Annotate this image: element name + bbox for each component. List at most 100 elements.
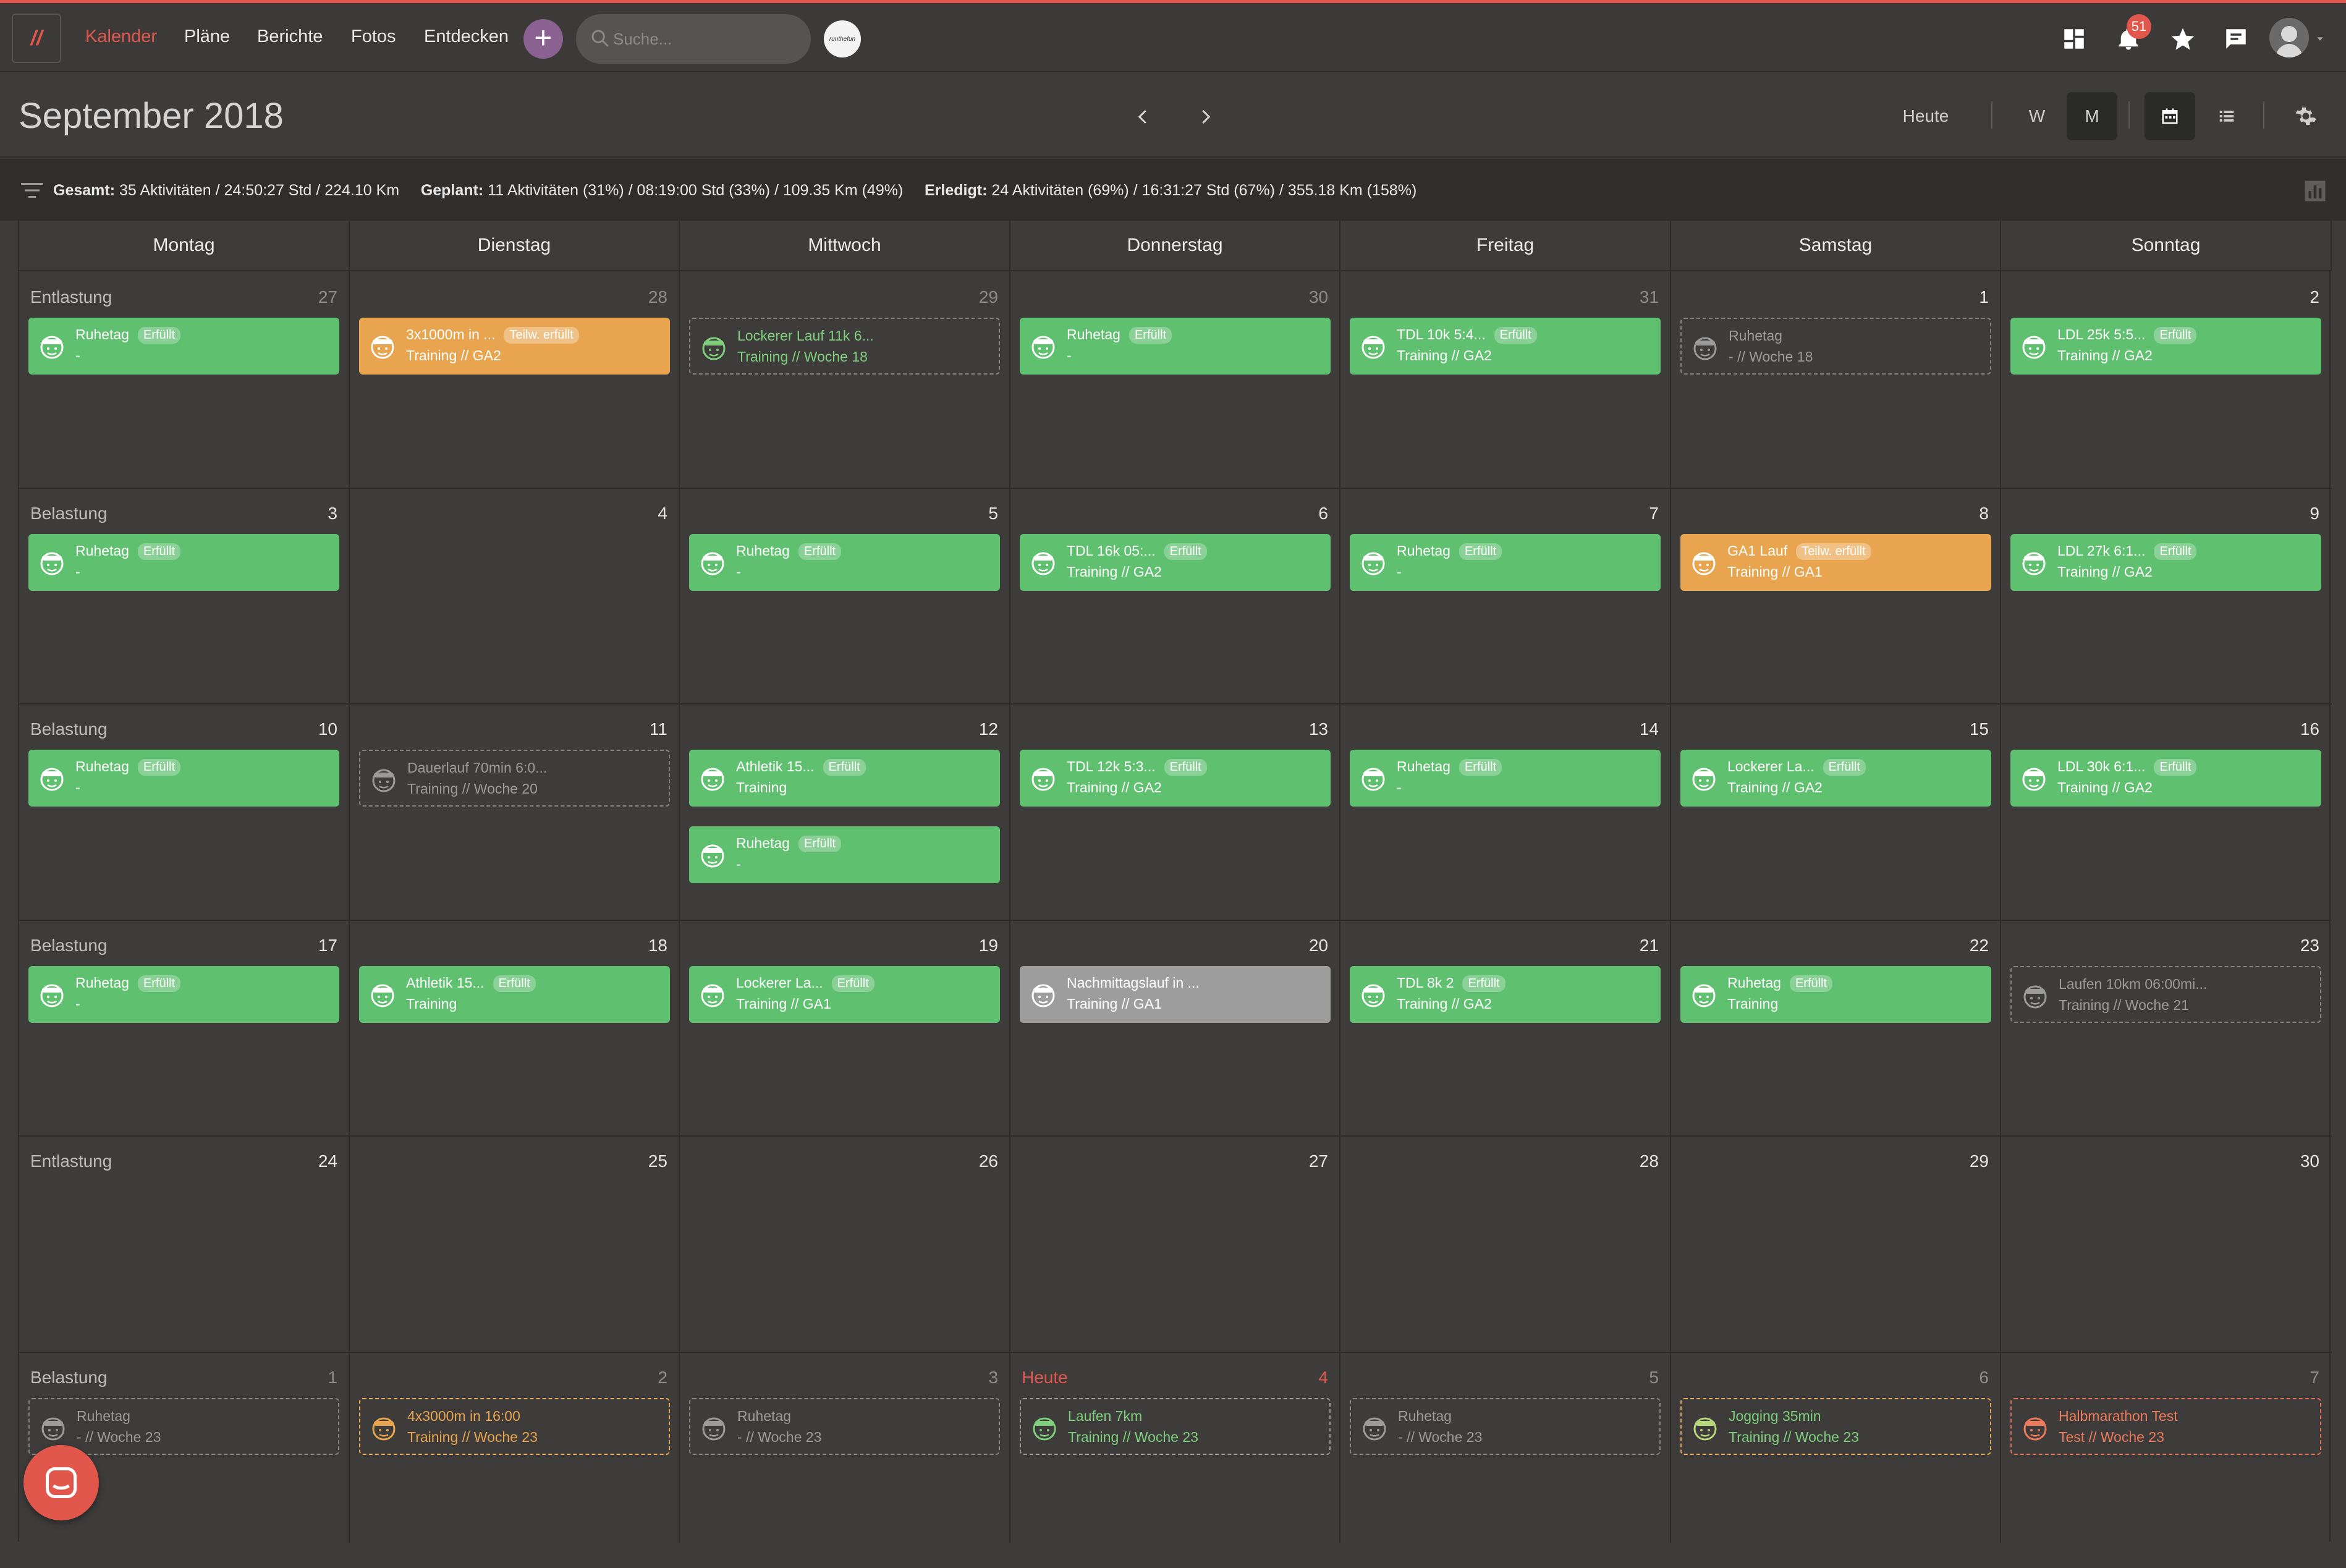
calendar-event[interactable]: Lockerer Lauf 11k 6... Training // Woche … xyxy=(689,318,1000,375)
day-cell[interactable] xyxy=(1340,921,1670,1136)
day-cell[interactable] xyxy=(350,489,679,704)
calendar-event[interactable]: 3x1000m in ... Teilw. erfüllt Training // … xyxy=(359,318,670,375)
calendar-event[interactable]: Laufen 7km Training // Woche 23 xyxy=(1020,1398,1331,1455)
user-avatar[interactable] xyxy=(2269,18,2309,57)
calendar-event[interactable]: Ruhetag - // Woche 23 xyxy=(1350,1398,1661,1455)
day-cell[interactable] xyxy=(1340,273,1670,488)
day-cell[interactable] xyxy=(350,273,679,488)
calendar-event[interactable]: Nachmittagslauf in ... Training // GA1 xyxy=(1020,966,1331,1023)
calendar-view-button[interactable] xyxy=(2145,92,2195,140)
calendar-event[interactable]: TDL 10k 5:4... Erfüllt Training // GA2 xyxy=(1350,318,1661,375)
day-cell[interactable] xyxy=(1671,921,2000,1136)
day-cell[interactable] xyxy=(350,1353,679,1568)
day-cell[interactable] xyxy=(1340,1137,1670,1352)
calendar-event[interactable]: LDL 25k 5:5... Erfüllt Training // GA2 xyxy=(2010,318,2321,375)
previous-month-button[interactable] xyxy=(1125,98,1162,135)
day-cell[interactable] xyxy=(1010,921,1339,1136)
day-cell[interactable] xyxy=(1010,705,1339,920)
day-cell[interactable] xyxy=(680,921,1009,1136)
calendar-event[interactable]: LDL 27k 6:1... Erfüllt Training // GA2 xyxy=(2010,534,2321,591)
day-cell[interactable] xyxy=(1010,1137,1339,1352)
today-button[interactable]: Heute xyxy=(1891,92,1960,140)
day-cell[interactable] xyxy=(680,273,1009,488)
day-cell[interactable] xyxy=(1340,489,1670,704)
messages-icon[interactable] xyxy=(2220,23,2252,55)
day-cell[interactable] xyxy=(2001,1353,2331,1568)
search-input[interactable]: Suche... xyxy=(576,14,811,64)
week-view-button[interactable]: W xyxy=(2018,92,2056,140)
calendar-event[interactable]: TDL 8k 2 Erfüllt Training // GA2 xyxy=(1350,966,1661,1023)
nav-entdecken[interactable]: Entdecken xyxy=(424,27,509,47)
club-logo[interactable]: runthefun xyxy=(824,20,861,57)
event-title-row: Ruhetag Erfüllt xyxy=(1397,758,1502,776)
calendar-event[interactable]: Ruhetag Erfüllt - xyxy=(28,966,339,1023)
day-cell[interactable] xyxy=(350,921,679,1136)
calendar-event[interactable]: Ruhetag - // Woche 23 xyxy=(689,1398,1000,1455)
calendar-event[interactable]: GA1 Lauf Teilw. erfüllt Training // GA1 xyxy=(1680,534,1991,591)
runner-face-icon xyxy=(371,984,394,1007)
day-cell[interactable] xyxy=(2001,489,2331,704)
dashboard-icon[interactable] xyxy=(2058,23,2090,55)
calendar-event[interactable]: Athletik 15... Erfüllt Training xyxy=(689,750,1000,807)
day-cell[interactable] xyxy=(1671,489,2000,704)
calendar-event[interactable]: TDL 16k 05:... Erfüllt Training // GA2 xyxy=(1020,534,1331,591)
day-cell[interactable] xyxy=(1671,273,2000,488)
nav-plaene[interactable]: Pläne xyxy=(184,27,230,47)
day-cell[interactable] xyxy=(1671,705,2000,920)
list-view-button[interactable] xyxy=(2201,92,2252,140)
calendar-event[interactable]: LDL 30k 6:1... Erfüllt Training // GA2 xyxy=(2010,750,2321,807)
calendar-event[interactable]: Ruhetag Erfüllt - xyxy=(1350,534,1661,591)
next-month-button[interactable] xyxy=(1187,98,1224,135)
add-activity-button[interactable]: + xyxy=(523,19,563,59)
calendar-event[interactable]: Ruhetag Erfüllt - xyxy=(1020,318,1331,375)
day-cell[interactable] xyxy=(680,489,1009,704)
nav-berichte[interactable]: Berichte xyxy=(257,27,323,47)
calendar-event[interactable]: Ruhetag Erfüllt - xyxy=(689,534,1000,591)
day-cell[interactable] xyxy=(2001,1137,2331,1352)
app-logo[interactable]: // xyxy=(12,14,61,63)
calendar-event[interactable]: TDL 12k 5:3... Erfüllt Training // GA2 xyxy=(1020,750,1331,807)
day-cell[interactable] xyxy=(680,705,1009,920)
day-cell[interactable] xyxy=(1340,705,1670,920)
calendar-event[interactable]: Lockerer La... Erfüllt Training // GA2 xyxy=(1680,750,1991,807)
day-cell[interactable] xyxy=(350,1137,679,1352)
chat-support-button[interactable] xyxy=(23,1445,99,1520)
calendar-event[interactable]: Ruhetag Erfüllt - xyxy=(689,826,1000,883)
calendar-event[interactable]: Ruhetag Erfüllt - xyxy=(28,534,339,591)
bar-chart-icon[interactable] xyxy=(2304,180,2326,202)
calendar-event[interactable]: Ruhetag - // Woche 23 xyxy=(28,1398,339,1455)
day-cell[interactable] xyxy=(1010,489,1339,704)
calendar-event[interactable]: Dauerlauf 70min 6:0... Training // Woche … xyxy=(359,750,670,807)
calendar-event[interactable]: Ruhetag Erfüllt - xyxy=(1350,750,1661,807)
day-cell[interactable] xyxy=(680,1137,1009,1352)
month-view-button[interactable]: M xyxy=(2067,92,2117,140)
day-cell[interactable] xyxy=(1671,1353,2000,1568)
day-cell[interactable] xyxy=(680,1353,1009,1568)
settings-button[interactable] xyxy=(2280,92,2331,140)
calendar-event[interactable]: Ruhetag Erfüllt Training xyxy=(1680,966,1991,1023)
calendar-event[interactable]: Lockerer La... Erfüllt Training // GA1 xyxy=(689,966,1000,1023)
calendar-event[interactable]: Athletik 15... Erfüllt Training xyxy=(359,966,670,1023)
day-cell[interactable] xyxy=(1671,1137,2000,1352)
calendar-event[interactable]: Halbmarathon Test Test // Woche 23 xyxy=(2010,1398,2321,1455)
day-cell[interactable] xyxy=(2001,273,2331,488)
calendar-event[interactable]: Ruhetag - // Woche 18 xyxy=(1680,318,1991,375)
day-cell[interactable] xyxy=(1340,1353,1670,1568)
day-cell[interactable] xyxy=(1010,273,1339,488)
calendar-event[interactable]: Ruhetag Erfüllt - xyxy=(28,750,339,807)
calendar-event[interactable]: Jogging 35min Training // Woche 23 xyxy=(1680,1398,1991,1455)
filter-icon[interactable] xyxy=(21,181,43,200)
event-title-row: TDL 10k 5:4... Erfüllt xyxy=(1397,326,1537,344)
user-menu-chevron-icon[interactable] xyxy=(2313,23,2327,55)
nav-kalender[interactable]: Kalender xyxy=(85,27,157,47)
star-icon[interactable] xyxy=(2167,23,2199,55)
day-cell[interactable] xyxy=(2001,921,2331,1136)
day-cell[interactable] xyxy=(350,705,679,920)
runner-face-icon xyxy=(40,984,64,1007)
calendar-event[interactable]: Ruhetag Erfüllt - xyxy=(28,318,339,375)
calendar-event[interactable]: 4x3000m in 16:00 Training // Woche 23 xyxy=(359,1398,670,1455)
day-cell[interactable] xyxy=(2001,705,2331,920)
calendar-event[interactable]: Laufen 10km 06:00mi... Training // Woche … xyxy=(2010,966,2321,1023)
event-subtitle: Training // GA2 xyxy=(2057,347,2153,363)
nav-fotos[interactable]: Fotos xyxy=(351,27,396,47)
